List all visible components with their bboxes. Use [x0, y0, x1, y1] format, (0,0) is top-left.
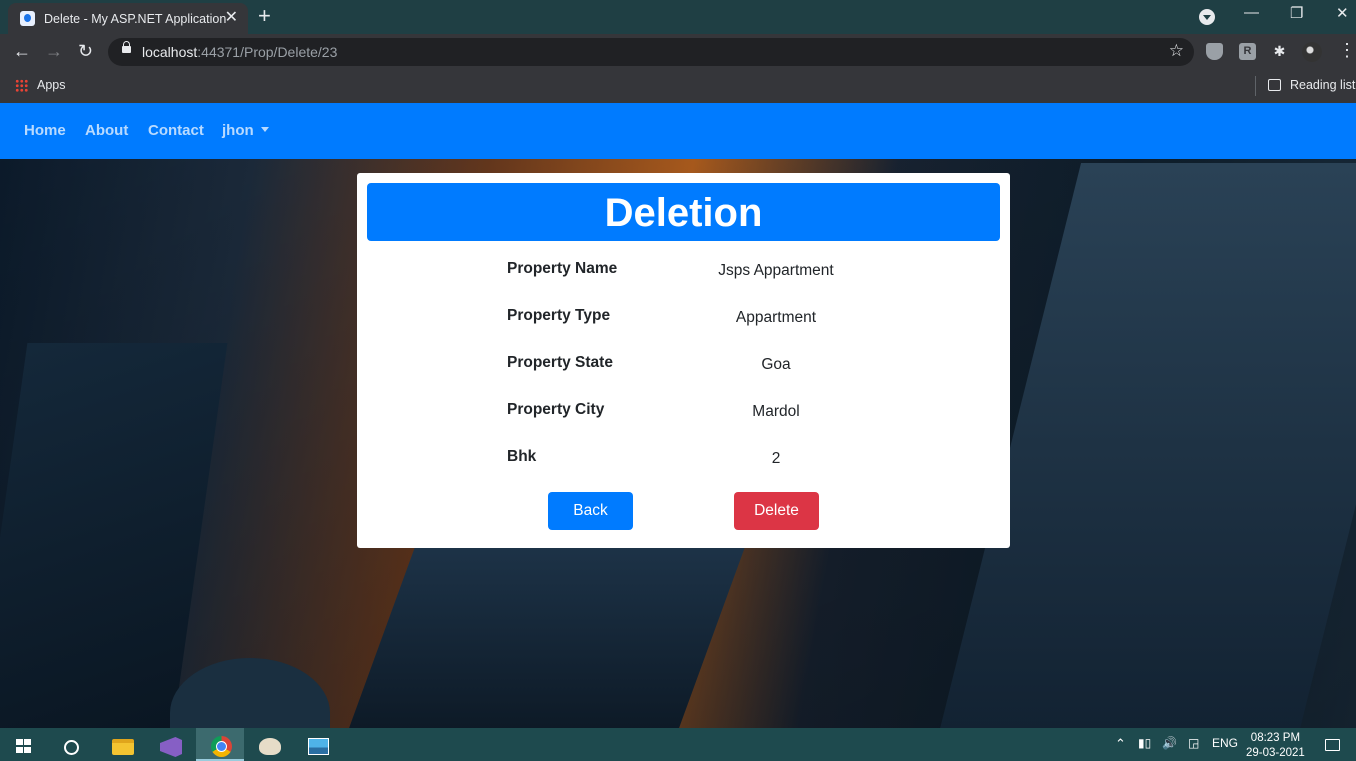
folder-icon: [112, 739, 134, 755]
lock-icon[interactable]: [122, 41, 131, 53]
url-host: localhost: [142, 44, 198, 60]
restore-button[interactable]: ❐: [1290, 4, 1303, 22]
building-dome: [170, 658, 330, 728]
value-property-type: Appartment: [735, 309, 817, 326]
caret-down-icon: [260, 127, 269, 132]
bookmark-star-icon[interactable]: ☆: [1169, 41, 1184, 61]
profile-avatar[interactable]: [1302, 42, 1322, 62]
label-property-type: Property Type: [507, 307, 611, 324]
label-property-city: Property City: [507, 401, 605, 418]
puzzle-extensions-icon[interactable]: ✱: [1271, 43, 1288, 60]
nav-home[interactable]: Home: [24, 122, 66, 139]
search-button[interactable]: [48, 728, 96, 761]
value-property-name: Jsps Appartment: [718, 262, 834, 279]
reload-icon[interactable]: ↻: [78, 40, 93, 62]
address-bar[interactable]: localhost:44371/Prop/Delete/23 ☆: [108, 38, 1194, 66]
clock-date: 29-03-2021: [1246, 747, 1305, 759]
nav-about[interactable]: About: [85, 122, 128, 139]
tab-search-icon[interactable]: [1199, 9, 1215, 25]
nav-contact[interactable]: Contact: [148, 122, 204, 139]
r-extension-icon[interactable]: R: [1239, 43, 1256, 60]
delete-button[interactable]: Delete: [734, 492, 819, 530]
browser-tab[interactable]: Delete - My ASP.NET Application ✕: [8, 3, 248, 34]
tab-close-icon[interactable]: ✕: [225, 9, 238, 27]
photos-icon: [308, 738, 329, 755]
favicon-icon: [20, 11, 35, 26]
bookmarks-divider: [1255, 76, 1256, 96]
window-close-button[interactable]: ✕: [1336, 4, 1349, 22]
reading-list-button[interactable]: Reading list: [1290, 78, 1355, 92]
chrome-taskbar-button[interactable]: [196, 728, 244, 761]
clock-time: 08:23 PM: [1250, 732, 1301, 744]
value-property-city: Mardol: [752, 403, 800, 420]
apps-bookmark[interactable]: Apps: [37, 78, 66, 92]
nav-user-dropdown[interactable]: jhon: [222, 122, 269, 139]
visual-studio-button[interactable]: [146, 728, 194, 761]
deletion-card: Deletion Property Name Jsps Appartment P…: [357, 173, 1010, 548]
windows-taskbar: ⌃ ▮▯ 🔊 ◲ ENG 08:23 PM 29-03-2021: [0, 728, 1356, 761]
language-indicator[interactable]: ENG: [1212, 736, 1238, 750]
battery-icon[interactable]: ▮▯: [1138, 736, 1151, 750]
back-button[interactable]: Back: [548, 492, 633, 530]
visual-studio-icon: [160, 737, 182, 757]
browser-toolbar: ← → ↻ localhost:44371/Prop/Delete/23 ☆ R…: [0, 34, 1356, 70]
minimize-button[interactable]: —: [1244, 4, 1259, 21]
forward-arrow-icon[interactable]: →: [45, 40, 63, 62]
more-menu-icon[interactable]: ⋮: [1338, 40, 1356, 61]
chevron-up-icon[interactable]: ⌃: [1115, 736, 1126, 752]
label-property-name: Property Name: [507, 260, 618, 277]
reading-list-icon[interactable]: [1268, 79, 1281, 91]
label-bhk: Bhk: [507, 448, 537, 465]
windows-logo-icon: [16, 739, 31, 753]
volume-icon[interactable]: 🔊: [1162, 736, 1177, 750]
network-icon[interactable]: ◲: [1188, 736, 1199, 750]
site-navbar: Home About Contact jhon: [0, 103, 1356, 159]
back-arrow-icon[interactable]: ←: [13, 40, 31, 62]
new-tab-button[interactable]: +: [258, 4, 271, 28]
apps-grid-icon[interactable]: [15, 79, 28, 92]
file-explorer-button[interactable]: [97, 728, 145, 761]
notification-icon[interactable]: [1325, 739, 1340, 751]
user-name: jhon: [222, 122, 254, 139]
bookmarks-bar: Apps Reading list: [0, 70, 1356, 103]
building-center: [343, 543, 747, 728]
cortana-icon: [64, 740, 79, 755]
paint-button[interactable]: [245, 728, 293, 761]
value-bhk: 2: [771, 450, 781, 467]
tab-title: Delete - My ASP.NET Application: [44, 12, 227, 26]
url-text[interactable]: localhost:44371/Prop/Delete/23: [142, 44, 337, 60]
value-property-state: Goa: [761, 356, 791, 373]
photos-button[interactable]: [294, 728, 342, 761]
clock[interactable]: 08:23 PM 29-03-2021: [1246, 731, 1305, 761]
start-button[interactable]: [0, 728, 48, 761]
card-heading: Deletion: [367, 183, 1000, 241]
page-background: Home About Contact jhon Deletion Propert…: [0, 103, 1356, 728]
chrome-icon: [211, 736, 232, 757]
shield-extension-icon[interactable]: [1206, 43, 1223, 60]
building-left: [0, 343, 228, 728]
browser-tab-strip: Delete - My ASP.NET Application ✕ + — ❐ …: [0, 0, 1356, 34]
label-property-state: Property State: [507, 354, 613, 371]
paint-palette-icon: [259, 738, 281, 755]
url-path: :44371/Prop/Delete/23: [197, 44, 338, 60]
